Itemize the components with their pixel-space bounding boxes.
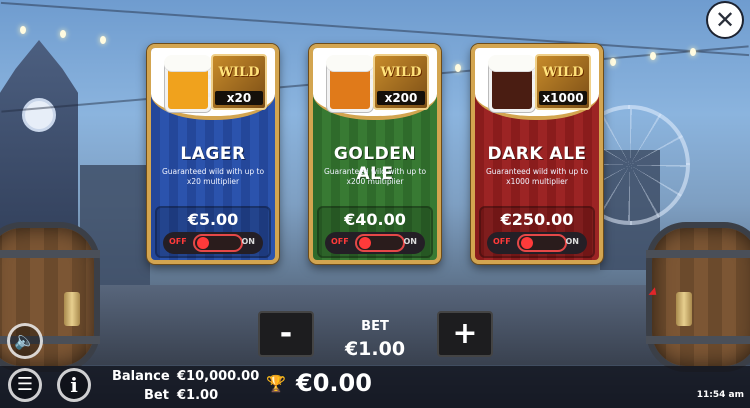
hamburger-icon: ☰ <box>16 374 34 395</box>
buy-toggle[interactable]: OFF ON <box>325 232 425 254</box>
bet-increase-button[interactable]: + <box>437 311 493 357</box>
clock-time: 11:54 am <box>696 390 744 400</box>
trophy-icon: 🏆 <box>266 374 286 393</box>
card-price: €40.00 <box>344 210 406 229</box>
barrel-tap-left <box>64 292 80 326</box>
light-bulb <box>20 26 26 34</box>
light-bulb <box>60 30 66 38</box>
wild-multiplier: x1000 <box>539 91 587 105</box>
clock-face <box>22 98 56 132</box>
light-bulb <box>455 64 461 72</box>
card-dark-ale: WILD x1000 DARK ALE Guaranteed wild with… <box>471 44 603 264</box>
info-icon: i <box>70 373 78 397</box>
buy-toggle[interactable]: OFF ON <box>163 232 263 254</box>
close-button[interactable]: ✕ <box>708 3 742 37</box>
wild-word: WILD <box>380 65 422 80</box>
card-title: DARK ALE <box>487 144 587 164</box>
toggle-on-label: ON <box>565 237 580 246</box>
beer-mug-icon <box>488 55 546 112</box>
beer-mug-icon <box>326 55 384 112</box>
wild-symbol-icon: WILD x1000 <box>535 54 591 110</box>
toggle-knob <box>521 237 533 249</box>
wild-multiplier: x20 <box>215 91 263 105</box>
close-icon: ✕ <box>714 6 736 34</box>
beer-mug-icon <box>164 55 222 112</box>
wild-multiplier: x200 <box>377 91 425 105</box>
balance-label: Balance <box>112 369 170 384</box>
bet-value: €1.00 <box>344 338 406 360</box>
buy-toggle[interactable]: OFF ON <box>487 232 587 254</box>
card-price: €250.00 <box>500 210 574 229</box>
balance-value: €10,000.00 <box>177 369 260 384</box>
wild-symbol-icon: WILD x20 <box>211 54 267 110</box>
toggle-switch[interactable] <box>517 234 567 252</box>
bet-label: BET <box>361 319 389 334</box>
toggle-knob <box>359 237 371 249</box>
toggle-switch[interactable] <box>193 234 243 252</box>
wild-word: WILD <box>218 65 260 80</box>
win-amount: €0.00 <box>296 369 372 397</box>
toggle-on-label: ON <box>403 237 418 246</box>
menu-button[interactable]: ☰ <box>8 368 42 402</box>
toggle-switch[interactable] <box>355 234 405 252</box>
card-golden-ale: WILD x200 GOLDEN ALE Guaranteed wild wit… <box>309 44 441 264</box>
card-header: WILD x20 <box>151 48 275 120</box>
card-lager: WILD x20 LAGER Guaranteed wild with up t… <box>147 44 279 264</box>
card-header: WILD x200 <box>313 48 437 120</box>
footer-bet-label: Bet <box>144 388 169 403</box>
toggle-off-label: OFF <box>331 237 349 246</box>
toggle-knob <box>197 237 209 249</box>
card-description: Guaranteed wild with up to x200 multipli… <box>323 167 427 186</box>
price-panel: €250.00 OFF ON <box>479 206 595 258</box>
barrel-right <box>646 222 750 372</box>
light-bulb <box>100 36 106 44</box>
card-title: LAGER <box>180 144 246 164</box>
card-description: Guaranteed wild with up to x20 multiplie… <box>161 167 265 186</box>
price-panel: €5.00 OFF ON <box>155 206 271 258</box>
barrel-tap-right <box>676 292 692 326</box>
toggle-off-label: OFF <box>169 237 187 246</box>
card-header: WILD x1000 <box>475 48 599 120</box>
sound-button[interactable]: 🔈 <box>7 323 43 359</box>
toggle-on-label: ON <box>241 237 256 246</box>
wild-symbol-icon: WILD x200 <box>373 54 429 110</box>
light-bulb <box>690 48 696 56</box>
price-panel: €40.00 OFF ON <box>317 206 433 258</box>
light-bulb <box>650 52 656 60</box>
light-bulb <box>610 58 616 66</box>
info-button[interactable]: i <box>57 368 91 402</box>
card-description: Guaranteed wild with up to x1000 multipl… <box>485 167 589 186</box>
speaker-icon: 🔈 <box>14 331 36 351</box>
wild-word: WILD <box>542 65 584 80</box>
footer-bet-value: €1.00 <box>177 388 219 403</box>
bet-decrease-button[interactable]: - <box>258 311 314 357</box>
card-price: €5.00 <box>187 210 239 229</box>
toggle-off-label: OFF <box>493 237 511 246</box>
